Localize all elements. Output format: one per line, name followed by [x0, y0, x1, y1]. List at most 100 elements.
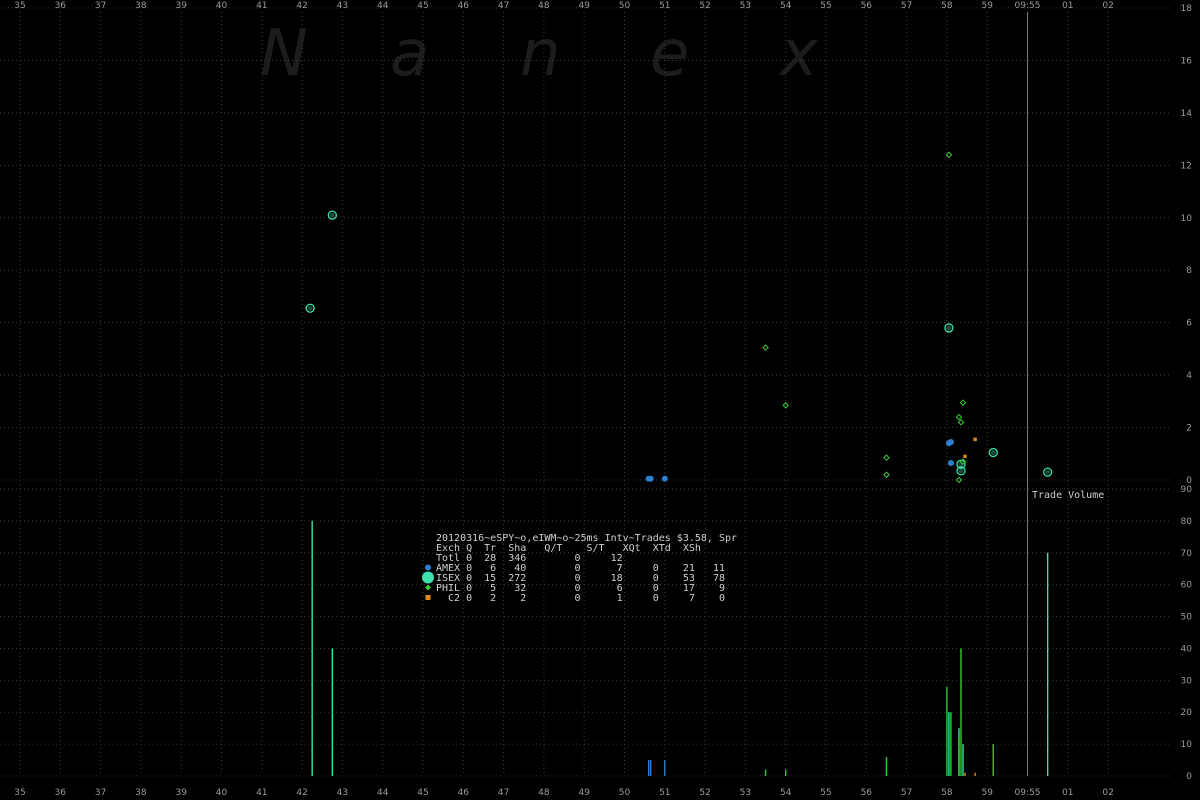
- x-tick-label-top: 37: [95, 1, 106, 11]
- point-c2: [973, 437, 977, 442]
- point-phil: [955, 413, 963, 421]
- watermark: Nanex: [260, 17, 819, 91]
- y-tick-label-top: 6: [1186, 319, 1192, 329]
- x-tick-label-bottom: 37: [95, 788, 106, 798]
- x-tick-label-bottom: 59: [981, 788, 993, 798]
- y-tick-label-bottom: 30: [1181, 676, 1193, 686]
- x-tick-label-bottom: 53: [740, 788, 751, 798]
- x-tick-label-top: 02: [1102, 1, 1113, 11]
- legend: 20120316~eSPY~o,eIWM~o~25ms Intv~Trades …: [422, 533, 737, 604]
- point-core-isex: [1045, 469, 1051, 475]
- x-tick-label-top: 36: [55, 1, 67, 11]
- point-amex: [947, 459, 954, 466]
- x-tick-label-bottom: 35: [14, 788, 25, 798]
- x-tick-label-bottom: 47: [498, 788, 509, 798]
- x-tick-label-bottom: 44: [377, 788, 389, 798]
- x-tick-label-bottom: 02: [1102, 788, 1113, 798]
- x-tick-label-top: 01: [1062, 1, 1073, 11]
- x-tick-label-bottom: 42: [296, 788, 307, 798]
- y-tick-label-top: 14: [1181, 109, 1193, 119]
- x-tick-label-top: 49: [578, 1, 590, 11]
- y-tick-label-bottom: 10: [1181, 740, 1193, 750]
- x-tick-label-top: 55: [820, 1, 831, 11]
- legend-marker-icon: [422, 571, 434, 584]
- y-tick-label-bottom: 60: [1181, 581, 1193, 591]
- x-tick-label-top: 50: [619, 1, 631, 11]
- x-tick-label-bottom: 40: [216, 788, 228, 798]
- x-tick-label-top: 47: [498, 1, 509, 11]
- y-tick-label-top: 16: [1181, 56, 1193, 66]
- x-tick-label-bottom: 51: [659, 788, 670, 798]
- x-tick-label-bottom: 52: [699, 788, 710, 798]
- point-core-isex: [307, 305, 313, 311]
- x-tick-label-bottom: 36: [55, 788, 67, 798]
- x-tick-label-top: 44: [377, 1, 389, 11]
- x-tick-label-bottom: 43: [337, 788, 348, 798]
- x-tick-label-top: 43: [337, 1, 348, 11]
- legend-marker-icon: [425, 595, 431, 600]
- x-tick-label-top: 09:55: [1015, 1, 1041, 11]
- x-tick-label-bottom: 50: [619, 788, 631, 798]
- point-c2: [963, 454, 967, 459]
- y-tick-label-bottom: 40: [1181, 644, 1193, 654]
- x-tick-label-top: 56: [861, 1, 873, 11]
- y-tick-label-bottom: 70: [1181, 549, 1193, 559]
- x-tick-label-top: 59: [981, 1, 993, 11]
- x-tick-label-bottom: 58: [941, 788, 953, 798]
- y-tick-label-top: 2: [1186, 424, 1192, 434]
- x-tick-label-bottom: 45: [417, 788, 428, 798]
- y-tick-label-bottom: 0: [1186, 772, 1192, 782]
- y-tick-label-bottom: 20: [1181, 708, 1193, 718]
- point-phil: [959, 399, 967, 406]
- x-tick-label-bottom: 49: [578, 788, 590, 798]
- x-tick-label-top: 57: [901, 1, 912, 11]
- y-tick-label-bottom: 90: [1181, 485, 1193, 495]
- trade-volume-label: Trade Volume: [1032, 490, 1104, 501]
- x-tick-label-top: 46: [458, 1, 470, 11]
- legend-marker-icon: [425, 584, 431, 591]
- x-tick-label-top: 51: [659, 1, 670, 11]
- x-tick-label-top: 48: [538, 1, 550, 11]
- watermark-letter: e: [650, 17, 689, 91]
- x-tick-label-top: 42: [296, 1, 307, 11]
- y-tick-label-top: 4: [1186, 371, 1192, 381]
- x-tick-label-bottom: 57: [901, 788, 912, 798]
- point-amex: [647, 475, 654, 482]
- tick-labels: 3535363637373838393940404141424243434444…: [14, 1, 1192, 798]
- point-phil: [883, 454, 890, 462]
- x-tick-label-bottom: 09:55: [1015, 788, 1041, 798]
- point-phil: [782, 401, 790, 409]
- x-tick-label-top: 58: [941, 1, 953, 11]
- watermark-letter: n: [520, 17, 561, 91]
- y-tick-label-bottom: 80: [1181, 517, 1193, 527]
- y-tick-label-bottom: 50: [1181, 613, 1193, 623]
- y-tick-label-top: 8: [1186, 266, 1192, 276]
- y-tick-label-top: 10: [1181, 214, 1193, 224]
- y-tick-label-top: 12: [1181, 161, 1192, 171]
- x-tick-label-top: 45: [417, 1, 428, 11]
- x-tick-label-top: 35: [14, 1, 25, 11]
- x-tick-label-bottom: 56: [861, 788, 873, 798]
- x-tick-label-top: 39: [175, 1, 187, 11]
- point-core-isex: [990, 449, 996, 455]
- point-core-isex: [329, 212, 335, 218]
- grid-lines: [0, 7, 1172, 777]
- x-tick-label-top: 40: [216, 1, 228, 11]
- y-tick-label-top: 18: [1181, 4, 1193, 14]
- x-tick-label-top: 53: [740, 1, 751, 11]
- x-tick-label-bottom: 48: [538, 788, 550, 798]
- x-tick-label-top: 54: [780, 1, 792, 11]
- watermark-letter: N: [260, 17, 308, 91]
- point-amex: [661, 475, 668, 482]
- x-tick-label-bottom: 38: [135, 788, 147, 798]
- x-tick-label-bottom: 46: [458, 788, 470, 798]
- legend-marker-icon: [425, 564, 431, 571]
- point-core-isex: [946, 325, 952, 331]
- x-tick-label-bottom: 41: [256, 788, 267, 798]
- x-tick-label-top: 38: [135, 1, 147, 11]
- watermark-letter: x: [778, 17, 819, 91]
- legend-row: C2 0 2 2 0 1 0 7 0: [436, 593, 725, 604]
- point-phil: [957, 419, 965, 426]
- point-core-isex: [958, 468, 964, 474]
- point-amex: [947, 438, 954, 445]
